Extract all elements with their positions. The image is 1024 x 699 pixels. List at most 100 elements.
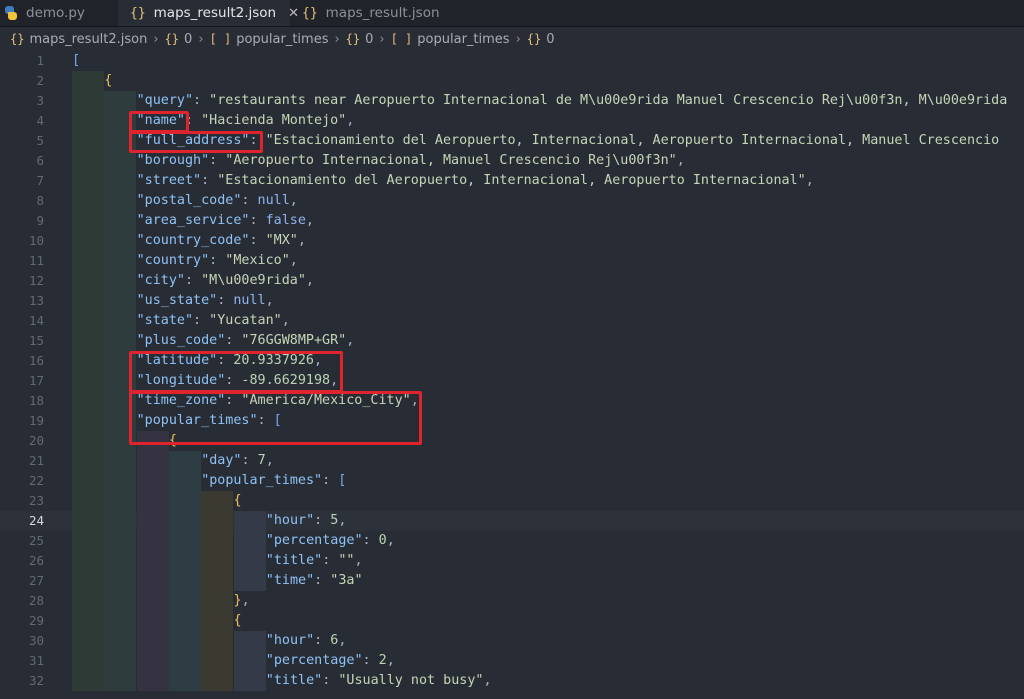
indent-guide bbox=[72, 471, 104, 491]
json-object-icon: {} bbox=[164, 31, 180, 46]
code-line[interactable]: 12 "city": "M\u00e9rida", bbox=[0, 271, 1024, 291]
code-token: , bbox=[676, 153, 685, 168]
line-number: 16 bbox=[28, 353, 44, 368]
code-line[interactable]: 23 { bbox=[0, 491, 1024, 511]
code-line[interactable]: 31 "percentage": 2, bbox=[0, 651, 1024, 671]
json-braces-icon: {} bbox=[10, 32, 25, 46]
code-line[interactable]: 10 "country_code": "MX", bbox=[0, 231, 1024, 251]
code-line[interactable]: 32 "title": "Usually not busy", bbox=[0, 671, 1024, 691]
code-token: , bbox=[386, 653, 395, 668]
code-line[interactable]: 15 "plus_code": "76GGW8MP+GR", bbox=[0, 331, 1024, 351]
json-object-icon: {} bbox=[526, 31, 542, 46]
indent-guide bbox=[136, 651, 169, 671]
code-line[interactable]: 24 "hour": 5, bbox=[0, 511, 1024, 531]
code-token: , bbox=[346, 113, 355, 128]
code-line[interactable]: 28}, bbox=[0, 591, 1024, 611]
code-token: : bbox=[362, 653, 379, 668]
code-token: "postal_code" bbox=[136, 193, 242, 208]
indent-guide bbox=[201, 531, 234, 551]
code-token: : bbox=[241, 453, 258, 468]
line-number: 11 bbox=[28, 253, 44, 268]
code-token: : bbox=[209, 253, 226, 268]
breadcrumb-segment[interactable]: 0 bbox=[184, 32, 192, 47]
code-line[interactable]: 3 "query": "restaurants near Aeropuerto I… bbox=[0, 91, 1024, 111]
code-token: , bbox=[297, 233, 306, 248]
line-number: 6 bbox=[36, 153, 44, 168]
indent-guide bbox=[72, 591, 104, 611]
tab-maps-result2-json[interactable]: {} maps_result2.json ✕ bbox=[118, 0, 299, 26]
code-token: [ bbox=[72, 53, 81, 68]
indent-guide bbox=[233, 511, 266, 531]
code-token: "borough" bbox=[136, 153, 210, 168]
code-line[interactable]: 22 "popular_times": [ bbox=[0, 471, 1024, 491]
code-token: null bbox=[257, 193, 290, 208]
tab-maps-result-json[interactable]: {} maps_result.json bbox=[290, 0, 440, 26]
indent-guide bbox=[72, 531, 104, 551]
code-line[interactable]: 7 "street": "Estacionamiento del Aeropuer… bbox=[0, 171, 1024, 191]
code-line[interactable]: 6 "borough": "Aeropuerto Internacional, M… bbox=[0, 151, 1024, 171]
code-token: : bbox=[193, 93, 210, 108]
code-text: "percentage": 0, bbox=[266, 531, 395, 551]
line-number: 14 bbox=[28, 313, 44, 328]
json-array-icon: [ ] bbox=[209, 31, 232, 46]
breadcrumb-segment[interactable]: popular_times bbox=[236, 32, 328, 47]
code-token: "us_state" bbox=[136, 293, 218, 308]
indent-guide bbox=[72, 71, 104, 91]
indent-guide bbox=[72, 231, 104, 251]
code-text: "area_service": false, bbox=[137, 211, 314, 231]
line-number: 28 bbox=[28, 593, 44, 608]
indent-guide bbox=[104, 91, 137, 111]
code-line[interactable]: 2{ bbox=[0, 71, 1024, 91]
code-token: : bbox=[249, 233, 266, 248]
code-line[interactable]: 26 "title": "", bbox=[0, 551, 1024, 571]
breadcrumb-segment[interactable]: 0 bbox=[365, 32, 373, 47]
code-token: "street" bbox=[136, 173, 202, 188]
breadcrumb-file[interactable]: maps_result2.json bbox=[29, 32, 147, 47]
code-token: , bbox=[265, 293, 274, 308]
indent-guide bbox=[168, 571, 201, 591]
code-line[interactable]: 21 "day": 7, bbox=[0, 451, 1024, 471]
code-line[interactable]: 1[ bbox=[0, 51, 1024, 71]
indent-guide bbox=[72, 351, 104, 371]
code-token: "restaurants near Aeropuerto Internacion… bbox=[209, 93, 1008, 108]
line-number: 27 bbox=[28, 573, 44, 588]
line-number: 15 bbox=[28, 333, 44, 348]
highlight-box-name bbox=[129, 111, 189, 133]
indent-guide bbox=[201, 611, 234, 631]
code-token: , bbox=[346, 333, 355, 348]
indent-guide bbox=[168, 491, 201, 511]
chevron-right-icon: › bbox=[379, 31, 385, 47]
breadcrumb-segment[interactable]: popular_times bbox=[417, 32, 509, 47]
indent-guide bbox=[104, 631, 137, 651]
line-number: 25 bbox=[28, 533, 44, 548]
code-token: , bbox=[305, 273, 314, 288]
line-number: 5 bbox=[36, 133, 44, 148]
line-number: 31 bbox=[28, 653, 44, 668]
code-line[interactable]: 14 "state": "Yucatan", bbox=[0, 311, 1024, 331]
code-editor[interactable]: 1[2{3 "query": "restaurants near Aeropuer… bbox=[0, 51, 1024, 699]
code-line[interactable]: 13 "us_state": null, bbox=[0, 291, 1024, 311]
code-token: : bbox=[322, 553, 339, 568]
tab-demo-py[interactable]: demo.py bbox=[0, 0, 118, 26]
tab-label: demo.py bbox=[26, 5, 85, 21]
code-token: "Estacionamiento del Aeropuerto, Interna… bbox=[217, 173, 806, 188]
code-line[interactable]: 27 "time": "3a" bbox=[0, 571, 1024, 591]
code-line[interactable]: 8 "postal_code": null, bbox=[0, 191, 1024, 211]
code-line[interactable]: 30 "hour": 6, bbox=[0, 631, 1024, 651]
code-token: , bbox=[281, 313, 290, 328]
breadcrumb-segment[interactable]: 0 bbox=[546, 32, 554, 47]
tab-label: maps_result.json bbox=[325, 5, 440, 21]
line-number: 3 bbox=[36, 93, 44, 108]
indent-guide bbox=[233, 531, 266, 551]
line-number: 12 bbox=[28, 273, 44, 288]
json-braces-icon: {} bbox=[302, 5, 318, 21]
code-token: "Hacienda Montejo" bbox=[201, 113, 347, 128]
code-token: "hour" bbox=[265, 513, 315, 528]
code-line[interactable]: 11 "country": "Mexico", bbox=[0, 251, 1024, 271]
code-line[interactable]: 25 "percentage": 0, bbox=[0, 531, 1024, 551]
code-line[interactable]: 9 "area_service": false, bbox=[0, 211, 1024, 231]
indent-guide bbox=[72, 171, 104, 191]
indent-guide bbox=[201, 551, 234, 571]
code-line[interactable]: 29 { bbox=[0, 611, 1024, 631]
code-text: "percentage": 2, bbox=[266, 651, 395, 671]
